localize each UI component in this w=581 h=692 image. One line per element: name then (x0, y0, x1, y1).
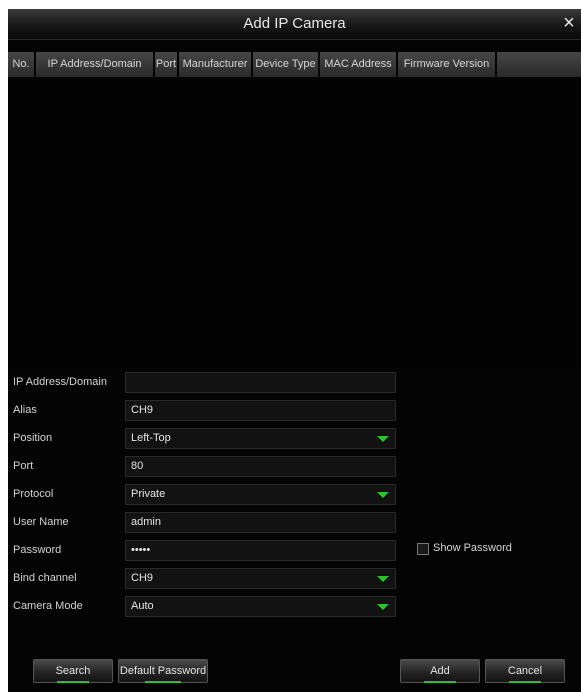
bind-channel-label: Bind channel (13, 572, 77, 584)
position-select[interactable]: Left-Top (125, 428, 396, 449)
device-list[interactable] (8, 77, 581, 367)
protocol-label: Protocol (13, 488, 54, 500)
form-row-password: Password ••••• Show Password (8, 540, 581, 566)
camera-mode-label: Camera Mode (13, 600, 83, 612)
show-password-label[interactable]: Show Password (433, 542, 512, 554)
port-label: Port (13, 460, 34, 472)
ip-address-input[interactable] (125, 372, 396, 393)
search-button[interactable]: Search (33, 659, 113, 683)
form-row-camera-mode: Camera Mode Auto (8, 596, 581, 622)
form-row-username: User Name admin (8, 512, 581, 538)
show-password-checkbox[interactable] (417, 543, 429, 555)
column-header-ip[interactable]: IP Address/Domain (36, 52, 155, 77)
add-button[interactable]: Add (400, 659, 480, 683)
position-value: Left-Top (131, 432, 171, 444)
chevron-down-icon[interactable] (377, 436, 389, 442)
username-input[interactable]: admin (125, 512, 396, 533)
form-row-ip: IP Address/Domain (8, 372, 581, 398)
column-header-device-type[interactable]: Device Type (253, 52, 320, 77)
device-table-header: No. IP Address/Domain Port Manufacturer … (8, 52, 581, 77)
password-input[interactable]: ••••• (125, 540, 396, 561)
protocol-value: Private (131, 488, 166, 500)
form-row-protocol: Protocol Private (8, 484, 581, 510)
username-label: User Name (13, 516, 69, 528)
port-input[interactable]: 80 (125, 456, 396, 477)
bind-channel-select[interactable]: CH9 (125, 568, 396, 589)
column-header-firmware[interactable]: Firmware Version (398, 52, 497, 77)
alias-input[interactable]: CH9 (125, 400, 396, 421)
column-header-no[interactable]: No. (8, 52, 36, 77)
dialog-title: Add IP Camera (243, 15, 346, 32)
password-label: Password (13, 544, 62, 556)
chevron-down-icon[interactable] (377, 604, 389, 610)
camera-mode-value: Auto (131, 600, 154, 612)
position-label: Position (13, 432, 53, 444)
column-header-mac[interactable]: MAC Address (320, 52, 398, 77)
column-header-blank (497, 52, 581, 77)
form-row-port: Port 80 (8, 456, 581, 482)
form-row-position: Position Left-Top (8, 428, 581, 454)
camera-mode-select[interactable]: Auto (125, 596, 396, 617)
column-header-manufacturer[interactable]: Manufacturer (179, 52, 253, 77)
cancel-button[interactable]: Cancel (485, 659, 565, 683)
chevron-down-icon[interactable] (377, 576, 389, 582)
ip-label: IP Address/Domain (13, 376, 107, 388)
form-row-bind-channel: Bind channel CH9 (8, 568, 581, 594)
form-row-alias: Alias CH9 (8, 400, 581, 426)
alias-label: Alias (13, 404, 37, 416)
title-bar: Add IP Camera × (8, 9, 581, 40)
close-icon[interactable]: × (559, 12, 579, 34)
protocol-select[interactable]: Private (125, 484, 396, 505)
chevron-down-icon[interactable] (377, 492, 389, 498)
add-ip-camera-dialog: Add IP Camera × No. IP Address/Domain Po… (8, 9, 581, 692)
column-header-port[interactable]: Port (155, 52, 179, 77)
bind-channel-value: CH9 (131, 572, 154, 584)
default-password-button[interactable]: Default Password (118, 659, 208, 683)
